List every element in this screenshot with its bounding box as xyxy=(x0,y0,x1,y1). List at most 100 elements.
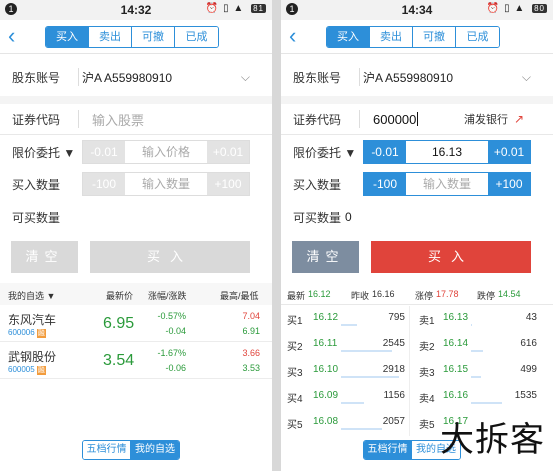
avail-value: 0 xyxy=(345,210,352,224)
top-nav: ‹ 买入 卖出 可撤 已成 xyxy=(281,20,553,54)
price-minus-button[interactable]: -0.01 xyxy=(83,141,125,163)
qty-row: 买入数量 -100 输入数量 +100 xyxy=(281,170,553,198)
tab-buy[interactable]: 买入 xyxy=(46,27,89,47)
bid-volume-bar xyxy=(341,428,382,430)
right-screen: 1 14:34 ⏰ ▯ ▲ 80 ‹ 买入 卖出 可撤 已成 股东账号 沪A A… xyxy=(281,0,553,471)
high-price: 3.66 xyxy=(242,348,260,358)
stock-code-text: 600000 xyxy=(373,111,417,127)
top-nav: ‹ 买入 卖出 可撤 已成 xyxy=(0,20,272,54)
buy-button[interactable]: 买入 xyxy=(90,241,250,273)
qty-minus-button[interactable]: -100 xyxy=(83,173,125,195)
watchlist-header: 我的自选 ▼ 最新价 涨幅/涨跌 最高/最低 xyxy=(0,283,272,305)
ask-volume: 43 xyxy=(525,312,537,323)
avail-row: 可买数量 xyxy=(0,204,272,230)
stock-code-text: 600005 xyxy=(8,365,35,374)
account-row[interactable]: 股东账号 沪A A559980910 ⌵ xyxy=(0,58,272,96)
back-arrow-icon[interactable]: ‹ xyxy=(8,24,15,48)
ask-label: 卖2 xyxy=(419,342,435,353)
order-book-row[interactable]: 买4 16.09 1156 卖4 16.16 1535 xyxy=(281,384,553,410)
ask-label: 卖4 xyxy=(419,394,435,405)
bid-label: 买3 xyxy=(287,368,303,379)
limit-order-dropdown[interactable]: 限价委托 ▼ xyxy=(12,144,75,161)
qty-plus-button[interactable]: +100 xyxy=(488,173,530,195)
change-amount: -0.06 xyxy=(165,363,186,373)
low-price: 3.53 xyxy=(242,363,260,373)
bid-price: 16.10 xyxy=(313,364,339,375)
ask-price: 16.14 xyxy=(443,338,469,349)
tab-filled[interactable]: 已成 xyxy=(175,27,218,47)
tab-order-book[interactable]: 五档行情 xyxy=(364,441,412,459)
stock-code-input[interactable]: 600000 xyxy=(373,111,419,127)
tab-sell[interactable]: 卖出 xyxy=(370,27,413,47)
price-input[interactable]: 输入价格 xyxy=(125,141,207,163)
change-percent: -0.57% xyxy=(157,311,186,321)
qty-minus-button[interactable]: -100 xyxy=(364,173,406,195)
qty-plus-button[interactable]: +100 xyxy=(207,173,249,195)
watchlist-row[interactable]: 武钢股份 600005 融 3.54 -1.67% -0.06 3.66 3.53 xyxy=(0,343,272,379)
bid-volume: 2545 xyxy=(382,338,405,349)
tab-cancelable[interactable]: 可撤 xyxy=(132,27,175,47)
trade-tabs: 买入 卖出 可撤 已成 xyxy=(45,26,219,48)
bid-label: 买4 xyxy=(287,394,303,405)
chart-icon[interactable]: ↗ xyxy=(514,112,524,126)
bid-volume: 795 xyxy=(388,312,405,323)
watchlist-row[interactable]: 东风汽车 600006 融 6.95 -0.57% -0.04 7.04 6.91 xyxy=(0,306,272,342)
code-label: 证券代码 xyxy=(12,112,61,127)
watchlist-dropdown[interactable]: 我的自选 ▼ xyxy=(8,289,55,302)
divider xyxy=(78,68,79,86)
price-input[interactable]: 16.13 xyxy=(406,141,488,163)
ask-volume: 499 xyxy=(520,364,537,375)
stock-name: 东风汽车 xyxy=(8,313,57,327)
stock-code-input[interactable]: 输入股票 xyxy=(92,110,144,129)
price-row: 限价委托 ▼ -0.01 输入价格 +0.01 xyxy=(0,138,272,166)
account-row[interactable]: 股东账号 沪A A559980910 ⌵ xyxy=(281,58,553,96)
order-book-row[interactable]: 买2 16.11 2545 卖2 16.14 616 xyxy=(281,332,553,358)
back-arrow-icon[interactable]: ‹ xyxy=(289,24,296,48)
divider xyxy=(359,68,360,86)
limit-down-label: 跌停 xyxy=(477,291,496,301)
tab-cancelable[interactable]: 可撤 xyxy=(413,27,456,47)
price-plus-button[interactable]: +0.01 xyxy=(488,141,530,163)
qty-stepper: -100 输入数量 +100 xyxy=(363,172,531,196)
account-label: 股东账号 xyxy=(12,70,61,85)
status-bar: 1 14:32 ⏰ ▯ ▲ 81 xyxy=(0,0,272,20)
code-label: 证券代码 xyxy=(293,112,342,127)
ask-label: 卖5 xyxy=(419,420,435,431)
account-value: 沪A A559980910 xyxy=(82,70,173,85)
tab-filled[interactable]: 已成 xyxy=(456,27,499,47)
tab-order-book[interactable]: 五档行情 xyxy=(83,441,131,459)
clear-button[interactable]: 清空 xyxy=(292,241,359,273)
limit-order-dropdown[interactable]: 限价委托 ▼ xyxy=(293,144,356,161)
bid-price: 16.11 xyxy=(313,338,338,349)
stock-name: 武钢股份 xyxy=(8,350,57,364)
chevron-down-icon[interactable]: ⌵ xyxy=(522,70,531,85)
limit-up-label: 涨停 xyxy=(415,291,434,301)
ask-volume-bar xyxy=(471,376,481,378)
bid-label: 买2 xyxy=(287,342,303,353)
tab-buy[interactable]: 买入 xyxy=(327,27,370,47)
clear-button[interactable]: 清空 xyxy=(11,241,78,273)
bid-volume-bar xyxy=(341,324,357,326)
price-plus-button[interactable]: +0.01 xyxy=(207,141,249,163)
prev-close-value: 16.16 xyxy=(372,289,395,299)
battery-icon: 80 xyxy=(532,4,547,13)
qty-input[interactable]: 输入数量 xyxy=(125,173,207,195)
latest-price: 6.95 xyxy=(103,315,135,332)
battery-icon: 81 xyxy=(251,4,266,13)
latest-label: 最新 xyxy=(287,291,306,301)
col-highlow: 最高/最低 xyxy=(220,291,259,301)
ask-volume: 1535 xyxy=(514,390,537,401)
order-book-row[interactable]: 买1 16.12 795 卖1 16.13 43 xyxy=(281,306,553,332)
quote-summary: 最新 16.12 昨收 16.16 涨停 17.78 跌停 14.54 xyxy=(281,286,553,304)
tab-sell[interactable]: 卖出 xyxy=(89,27,132,47)
price-minus-button[interactable]: -0.01 xyxy=(364,141,406,163)
order-book-row[interactable]: 买3 16.10 2918 卖3 16.15 499 xyxy=(281,358,553,384)
chevron-down-icon[interactable]: ⌵ xyxy=(241,70,250,85)
status-bar: 1 14:34 ⏰ ▯ ▲ 80 xyxy=(281,0,553,20)
buy-button[interactable]: 买入 xyxy=(371,241,531,273)
qty-input[interactable]: 输入数量 xyxy=(406,173,488,195)
bid-volume: 2057 xyxy=(382,416,405,427)
stock-code-text: 600006 xyxy=(8,328,35,337)
tab-my-watchlist[interactable]: 我的自选 xyxy=(131,441,179,459)
prev-close-label: 昨收 xyxy=(351,291,370,301)
